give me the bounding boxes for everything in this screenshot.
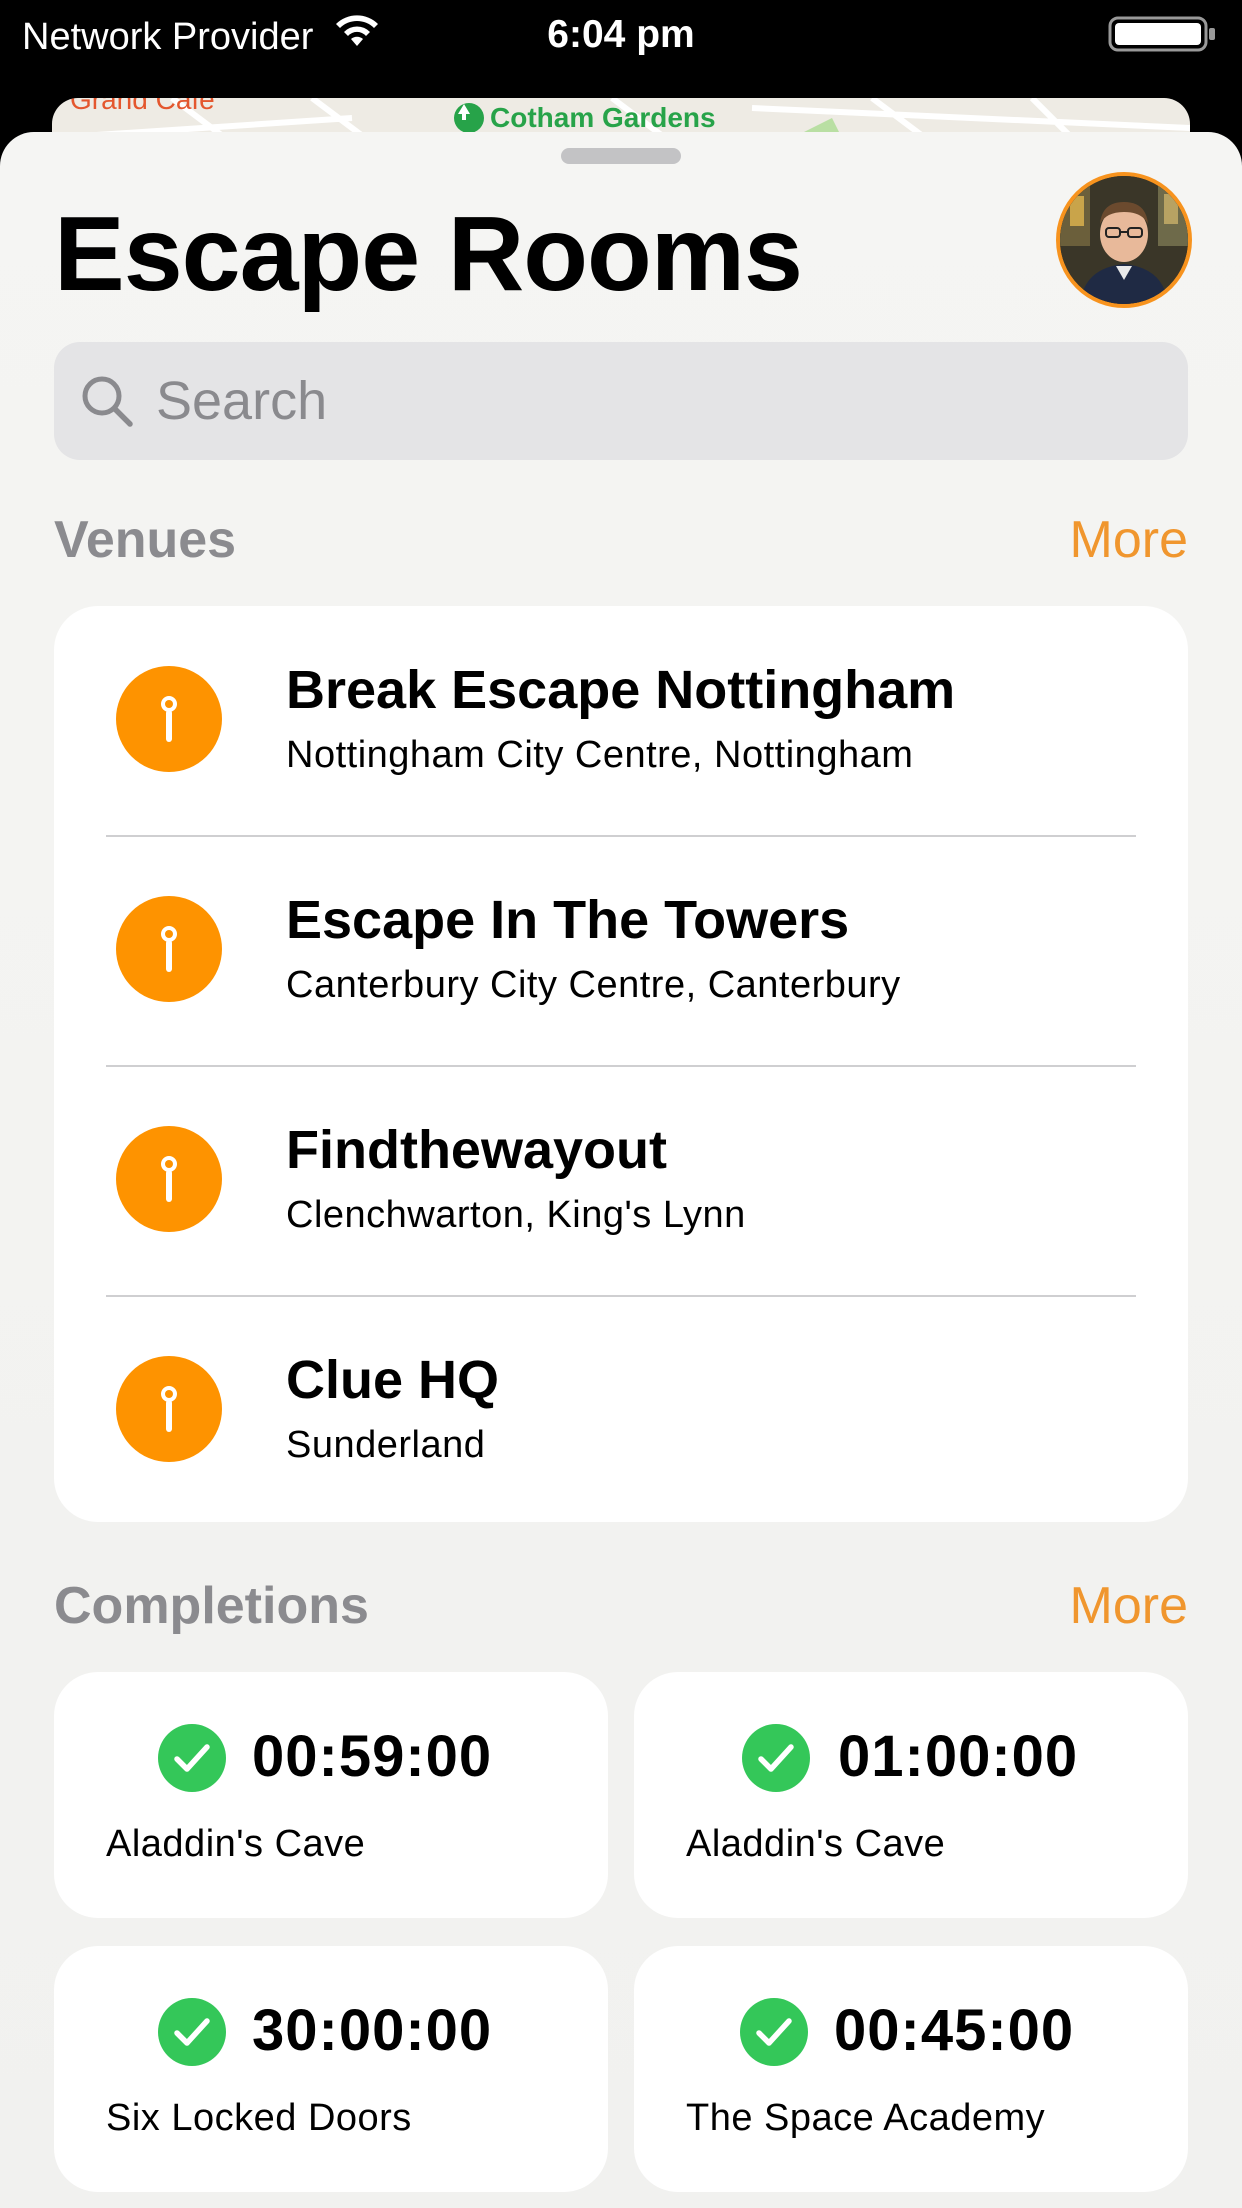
status-time: 6:04 pm (547, 13, 695, 56)
venue-row[interactable]: Escape In The Towers Canterbury City Cen… (54, 836, 1188, 1066)
completion-card[interactable]: 00:59:00 Aladdin's Cave (54, 1672, 608, 1918)
avatar[interactable] (1056, 172, 1192, 308)
completion-card[interactable]: 00:45:00 The Space Academy (634, 1946, 1188, 2192)
completions-more-button[interactable]: More (1070, 1576, 1188, 1636)
search-icon (76, 370, 138, 432)
search-bar[interactable] (54, 342, 1188, 460)
checkmark-circle-icon (740, 1998, 808, 2066)
completion-room: Aladdin's Cave (106, 1823, 366, 1865)
venue-name: Findthewayout (286, 1120, 667, 1180)
sheet-grabber[interactable] (561, 148, 681, 164)
completions-section-title: Completions (54, 1577, 369, 1635)
completion-room: Six Locked Doors (106, 2097, 412, 2139)
map-pin-icon (116, 1126, 222, 1232)
completion-card[interactable]: 01:00:00 Aladdin's Cave (634, 1672, 1188, 1918)
venue-row[interactable]: Clue HQ Sunderland (54, 1296, 1188, 1526)
venue-location: Clenchwarton, King's Lynn (286, 1194, 746, 1236)
search-input[interactable] (156, 342, 1166, 460)
venue-location: Sunderland (286, 1424, 486, 1466)
completion-time: 30:00:00 (252, 1998, 493, 2063)
venue-name: Break Escape Nottingham (286, 660, 956, 720)
venue-row[interactable]: Findthewayout Clenchwarton, King's Lynn (54, 1066, 1188, 1296)
venue-location: Nottingham City Centre, Nottingham (286, 734, 914, 776)
map-pin-icon (116, 666, 222, 772)
venues-list: Break Escape Nottingham Nottingham City … (54, 606, 1188, 1522)
bottom-sheet: Escape Rooms Venues More (0, 132, 1242, 2208)
checkmark-circle-icon (158, 1724, 226, 1792)
park-icon (454, 103, 484, 133)
venue-row[interactable]: Break Escape Nottingham Nottingham City … (54, 606, 1188, 836)
checkmark-circle-icon (742, 1724, 810, 1792)
checkmark-circle-icon (158, 1998, 226, 2066)
map-label-gardens: Cotham Gardens (490, 102, 716, 133)
completion-room: The Space Academy (686, 2097, 1046, 2139)
venues-section-title: Venues (54, 511, 237, 569)
map-label-gardens-group: Cotham Gardens (454, 102, 716, 134)
battery-icon (1108, 16, 1218, 52)
venue-name: Clue HQ (286, 1350, 500, 1410)
page-title: Escape Rooms (54, 195, 803, 313)
map-pin-icon (116, 896, 222, 1002)
completion-room: Aladdin's Cave (686, 1823, 946, 1865)
completion-time: 00:45:00 (834, 1998, 1075, 2063)
completion-time: 00:59:00 (252, 1724, 493, 1789)
venues-more-button[interactable]: More (1070, 510, 1188, 570)
status-bar: Network Provider 6:04 pm (0, 0, 1242, 96)
map-pin-icon (116, 1356, 222, 1462)
venue-name: Escape In The Towers (286, 890, 850, 950)
completion-time: 01:00:00 (838, 1724, 1079, 1789)
map-label-cafe: Grand Cafe (70, 98, 215, 115)
venue-location: Canterbury City Centre, Canterbury (286, 964, 901, 1006)
completion-card[interactable]: 30:00:00 Six Locked Doors (54, 1946, 608, 2192)
